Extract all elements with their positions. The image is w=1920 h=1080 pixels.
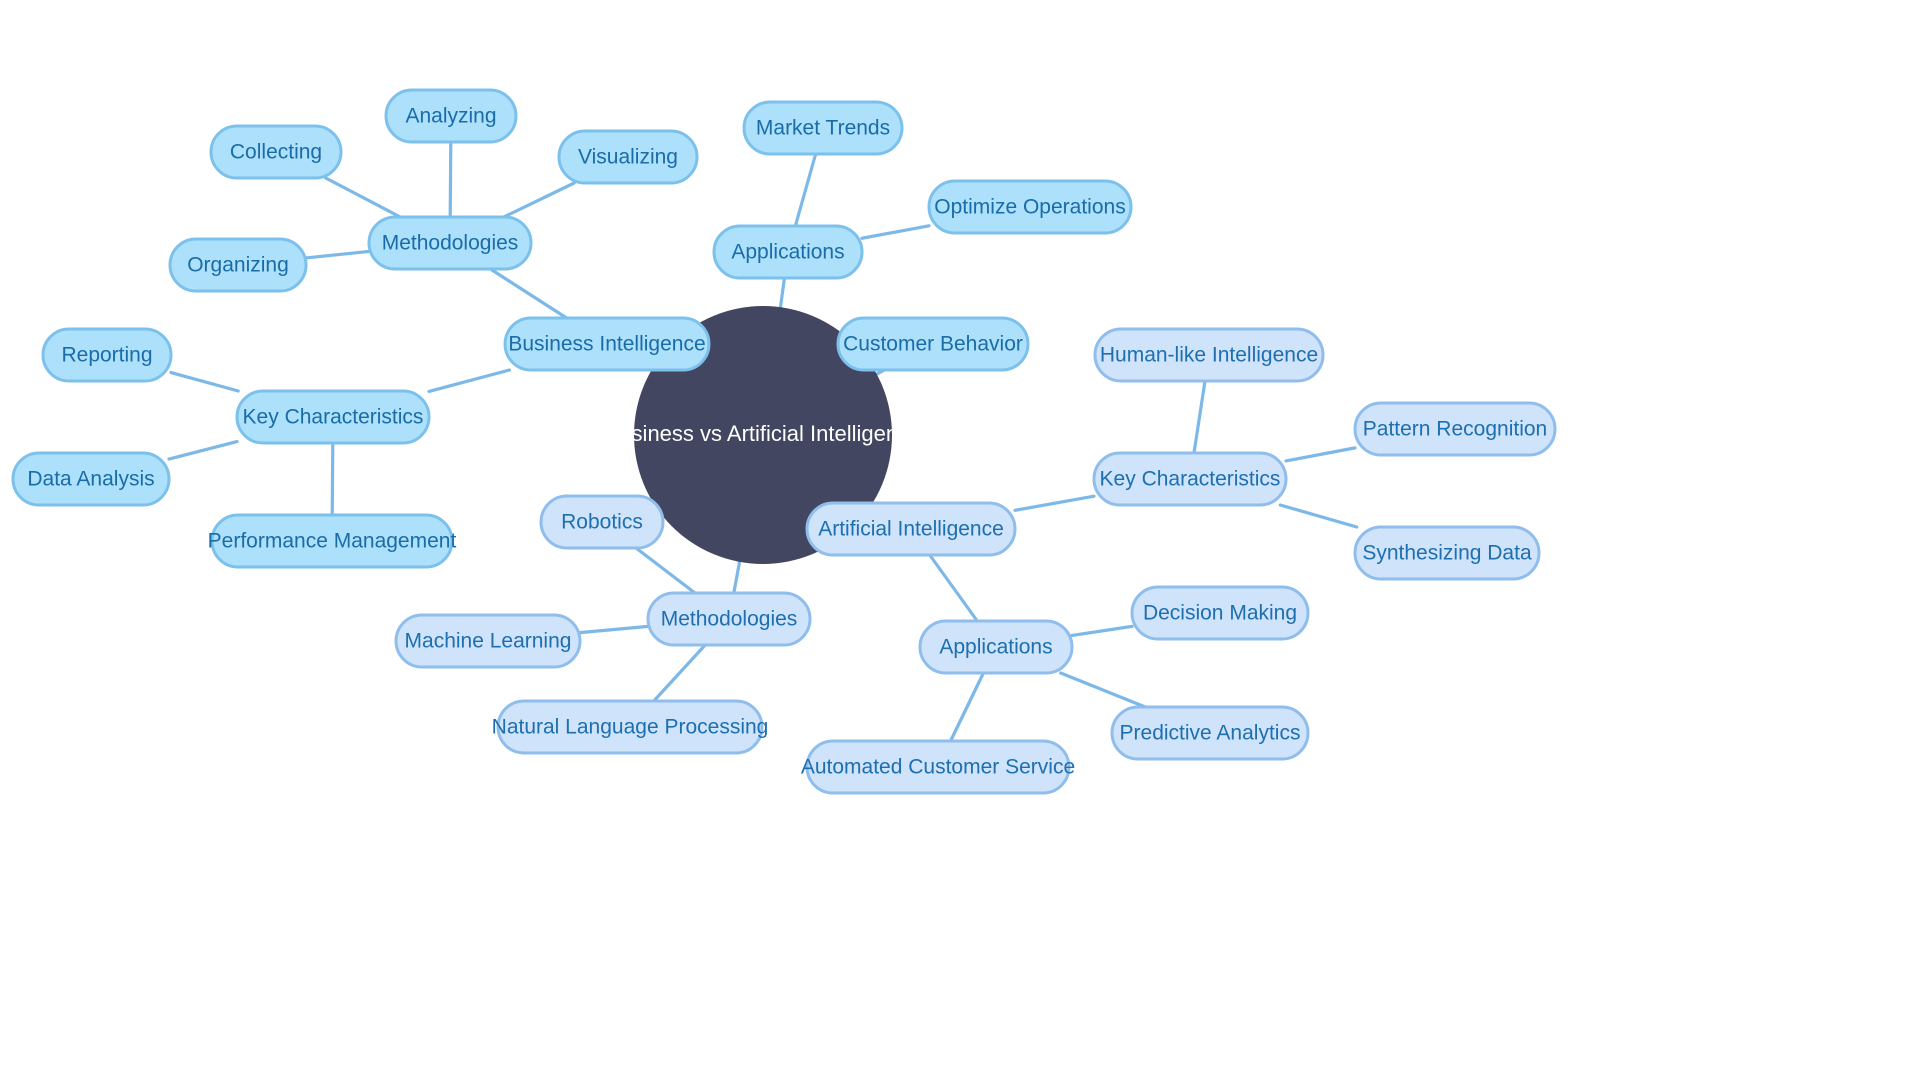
edge-ai-to-ai-app: [928, 553, 979, 623]
node-label: Pattern Recognition: [1363, 418, 1547, 441]
mindmap-node-ai-pr[interactable]: Pattern Recognition: [1353, 401, 1557, 457]
node-label: Applications: [939, 636, 1052, 659]
node-label: Synthesizing Data: [1362, 542, 1532, 565]
node-label: Predictive Analytics: [1120, 722, 1301, 745]
mindmap-node-ai-sd[interactable]: Synthesizing Data: [1353, 525, 1541, 581]
mindmap-node-ai-pa[interactable]: Predictive Analytics: [1110, 705, 1310, 761]
node-label: Natural Language Processing: [492, 716, 769, 739]
mindmap-node-bi-cb[interactable]: Customer Behavior: [836, 316, 1030, 372]
node-label: Analyzing: [405, 105, 496, 128]
edge-bi-keych-to-bi-da: [167, 439, 239, 461]
edge-ai-to-ai-keych: [1013, 494, 1096, 512]
edge-ai-app-to-ai-acs: [948, 671, 986, 743]
mindmap-node-bi-keych[interactable]: Key Characteristics: [235, 389, 431, 445]
mindmap-node-bi-pm[interactable]: Performance Management: [208, 513, 457, 569]
mindmap-node-bi-org[interactable]: Organizing: [168, 237, 308, 293]
mindmap-node-ai-hli[interactable]: Human-like Intelligence: [1093, 327, 1325, 383]
edge-ai-app-to-ai-pa: [1059, 671, 1147, 709]
node-label: Business Intelligence: [508, 333, 705, 356]
node-label: Human-like Intelligence: [1100, 344, 1318, 367]
node-label: Machine Learning: [405, 630, 572, 653]
node-label: Robotics: [561, 511, 643, 534]
node-label: Artificial Intelligence: [818, 518, 1004, 541]
mindmap-node-ai-rob[interactable]: Robotics: [539, 494, 665, 550]
mindmap-node-ai-acs[interactable]: Automated Customer Service: [801, 739, 1075, 795]
mindmap-node-bi-da[interactable]: Data Analysis: [11, 451, 171, 507]
edge-bi-meth-to-bi-coll: [324, 176, 402, 219]
node-label: Methodologies: [382, 232, 519, 255]
mindmap-node-ai-dm[interactable]: Decision Making: [1130, 585, 1310, 641]
edge-ai-meth-to-ai-ml: [578, 624, 650, 635]
mindmap-svg: Business vs Artificial Intelligence Busi…: [11, 88, 1557, 795]
edge-ai-keych-to-ai-sd: [1278, 503, 1359, 529]
edge-center-to-bi-app: [778, 276, 787, 309]
edge-bi-to-bi-keych: [427, 368, 512, 394]
edge-bi-meth-to-bi-vis: [502, 181, 576, 219]
mindmap-node-bi-app[interactable]: Applications: [712, 224, 864, 280]
mindmap-node-bi-vis[interactable]: Visualizing: [557, 129, 699, 185]
edge-ai-meth-to-ai-nlp: [652, 643, 707, 703]
edge-bi-keych-to-bi-pm: [330, 441, 335, 517]
edge-ai-keych-to-ai-pr: [1284, 446, 1357, 463]
node-label: Optimize Operations: [934, 196, 1125, 219]
node-label: Performance Management: [208, 530, 457, 553]
edge-bi-app-to-bi-mt: [793, 152, 818, 228]
node-label: Decision Making: [1143, 602, 1297, 625]
mindmap-node-bi[interactable]: Business Intelligence: [503, 316, 711, 372]
node-label: Reporting: [61, 344, 152, 367]
node-label: Collecting: [230, 141, 322, 164]
mindmap-canvas: Business vs Artificial Intelligence Busi…: [0, 0, 1920, 1080]
node-label: Applications: [731, 241, 844, 264]
node-label: Visualizing: [578, 146, 678, 169]
node-label: Data Analysis: [27, 468, 154, 491]
mindmap-node-ai-nlp[interactable]: Natural Language Processing: [492, 699, 769, 755]
node-label: Automated Customer Service: [801, 756, 1075, 779]
mindmap-node-ai-app[interactable]: Applications: [918, 619, 1074, 675]
node-label: Key Characteristics: [1100, 468, 1281, 491]
edge-ai-app-to-ai-dm: [1070, 624, 1134, 638]
mindmap-node-ai-meth[interactable]: Methodologies: [646, 591, 812, 647]
edge-bi-keych-to-bi-rep: [169, 370, 240, 393]
edge-ai-meth-to-ai-rob: [634, 546, 697, 595]
mindmap-node-bi-oo[interactable]: Optimize Operations: [927, 179, 1133, 235]
mindmap-node-bi-rep[interactable]: Reporting: [41, 327, 173, 383]
mindmap-node-bi-meth[interactable]: Methodologies: [367, 215, 533, 271]
edge-center-to-ai-meth: [732, 560, 742, 595]
node-label: Key Characteristics: [243, 406, 424, 429]
edge-bi-meth-to-bi-anal: [448, 140, 453, 219]
mindmap-node-ai[interactable]: Artificial Intelligence: [805, 501, 1017, 557]
edge-bi-app-to-bi-oo: [860, 224, 931, 240]
node-label: Methodologies: [661, 608, 798, 631]
mindmap-node-bi-mt[interactable]: Market Trends: [742, 100, 904, 156]
edge-bi-meth-to-bi-org: [304, 249, 371, 260]
node-label: Organizing: [187, 254, 289, 277]
node-label: Market Trends: [756, 117, 890, 140]
edge-bi-to-bi-meth: [488, 267, 569, 320]
node-label: Customer Behavior: [843, 333, 1023, 356]
mindmap-node-ai-keych[interactable]: Key Characteristics: [1092, 451, 1288, 507]
edge-ai-keych-to-ai-hli: [1192, 379, 1207, 455]
mindmap-node-bi-anal[interactable]: Analyzing: [384, 88, 518, 144]
mindmap-node-bi-coll[interactable]: Collecting: [209, 124, 343, 180]
mindmap-node-ai-ml[interactable]: Machine Learning: [394, 613, 582, 669]
center-node-label: Business vs Artificial Intelligence: [605, 421, 922, 446]
